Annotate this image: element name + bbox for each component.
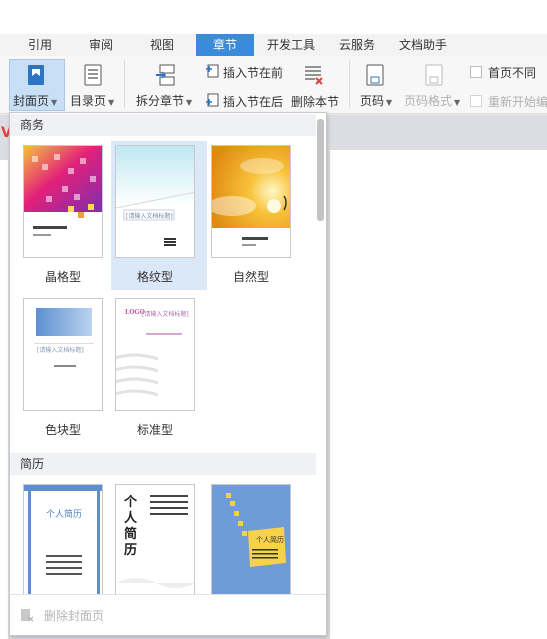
toc-page-icon <box>84 64 102 86</box>
cover-template-label: 自然型 <box>232 270 269 284</box>
resume-template-title: 个人简历 <box>256 536 284 544</box>
cover-template-title-placeholder: [请输入文档标题] <box>37 347 84 354</box>
chevron-down-icon: ▼ <box>454 98 461 107</box>
first-page-different-label: 首页不同 <box>488 66 537 80</box>
cover-template-title-placeholder: [请输入文档标题] <box>142 311 189 318</box>
tab-cloud-service[interactable]: 云服务 <box>333 34 381 56</box>
tab-developer[interactable]: 开发工具 <box>262 34 320 56</box>
title-bar-area <box>0 0 547 34</box>
resume-template-card[interactable]: 个人简历 <box>111 480 207 594</box>
insert-section-after-icon <box>205 93 219 107</box>
cover-template-label: 格纹型 <box>136 270 173 284</box>
toc-page-button[interactable]: 目录页 ▼ <box>70 92 114 109</box>
cover-template-label: 晶格型 <box>44 270 81 284</box>
resume-template-title: 个人简历 <box>124 495 138 558</box>
document-page[interactable] <box>330 150 547 639</box>
delete-cover-page-label: 删除封面页 <box>44 609 105 623</box>
page-format-label: 页码格式 <box>404 94 453 108</box>
delete-section-button[interactable]: 删除本节 <box>291 93 339 110</box>
split-chapter-label: 拆分章节 <box>136 94 185 108</box>
tab-review[interactable]: 审阅 <box>79 34 123 56</box>
cover-template-label: 色块型 <box>44 423 81 437</box>
delete-cover-page-icon <box>20 608 34 622</box>
resume-template-thumbnail: 个人简历 <box>115 484 195 594</box>
tab-view[interactable]: 视图 <box>140 34 184 56</box>
gallery-scrollbar[interactable] <box>317 119 324 221</box>
cover-page-gallery-panel: 商务 晶格型 [请输入文档标题] 格纹型 自然型 [请输入文档标题] 色块型 L… <box>9 112 327 636</box>
split-chapter-icon <box>156 64 175 86</box>
page-format-icon <box>425 64 443 86</box>
insert-section-before-button[interactable]: 插入节在前 <box>223 64 283 81</box>
chevron-down-icon: ▼ <box>108 98 115 107</box>
cover-page-icon <box>27 64 45 86</box>
first-page-different-checkbox[interactable] <box>470 66 482 78</box>
cover-template-card[interactable]: [请输入文档标题] 色块型 <box>19 294 115 443</box>
cover-template-thumbnail: LOGO [请输入文档标题] <box>115 298 195 411</box>
insert-section-before-icon <box>205 64 219 78</box>
resume-template-thumbnail: 个人简历 <box>211 484 291 594</box>
cover-template-title-placeholder: [请输入文档标题] <box>126 213 173 220</box>
cover-template-thumbnail <box>211 145 291 258</box>
resume-template-card[interactable]: 个人简历 <box>207 480 303 594</box>
cover-page-button[interactable]: 封面页 ▼ <box>13 92 57 109</box>
page-number-button[interactable]: 页码 ▼ <box>360 92 392 109</box>
cover-template-thumbnail <box>23 145 103 258</box>
chevron-down-icon: ▼ <box>186 98 193 107</box>
chevron-down-icon: ▼ <box>386 98 393 107</box>
cover-page-label: 封面页 <box>13 94 50 108</box>
restart-numbering-checkbox[interactable] <box>470 95 482 107</box>
page-number-label: 页码 <box>360 94 385 108</box>
ribbon-separator <box>124 60 125 108</box>
delete-cover-page-row[interactable]: 删除封面页 <box>10 594 326 635</box>
resume-template-thumbnail: 个人简历 <box>23 484 103 594</box>
cover-template-card[interactable]: LOGO [请输入文档标题] 标准型 <box>111 294 207 443</box>
cover-template-thumbnail: [请输入文档标题] <box>23 298 103 411</box>
page-number-icon <box>366 64 384 86</box>
document-page-edge <box>0 160 8 639</box>
cover-template-card[interactable]: [请输入文档标题] 格纹型 <box>111 141 207 290</box>
resume-template-card[interactable]: 个人简历 <box>19 480 115 594</box>
cover-template-card[interactable]: 晶格型 <box>19 141 115 290</box>
section-header-business: 商务 <box>10 114 316 136</box>
restart-numbering-label: 重新开始编 <box>488 95 547 109</box>
page-format-button[interactable]: 页码格式 ▼ <box>404 92 460 109</box>
ribbon-separator <box>349 60 350 108</box>
tab-document-assistant[interactable]: 文档助手 <box>394 34 452 56</box>
cover-template-thumbnail: [请输入文档标题] <box>115 145 195 258</box>
resume-template-title: 个人简历 <box>46 510 83 520</box>
delete-section-icon <box>304 64 323 86</box>
toc-page-label: 目录页 <box>70 94 107 108</box>
ribbon-tab-bar: 引用 审阅 视图 章节 开发工具 云服务 文档助手 <box>0 34 547 56</box>
insert-section-after-button[interactable]: 插入节在后 <box>223 93 283 110</box>
chevron-down-icon: ▼ <box>51 98 58 107</box>
section-header-resume: 简历 <box>10 453 316 475</box>
split-chapter-button[interactable]: 拆分章节 ▼ <box>136 92 192 109</box>
tab-chapter[interactable]: 章节 <box>196 34 254 56</box>
tab-references[interactable]: 引用 <box>18 34 62 56</box>
cover-template-card[interactable]: 自然型 <box>207 141 303 290</box>
cover-template-label: 标准型 <box>136 423 173 437</box>
